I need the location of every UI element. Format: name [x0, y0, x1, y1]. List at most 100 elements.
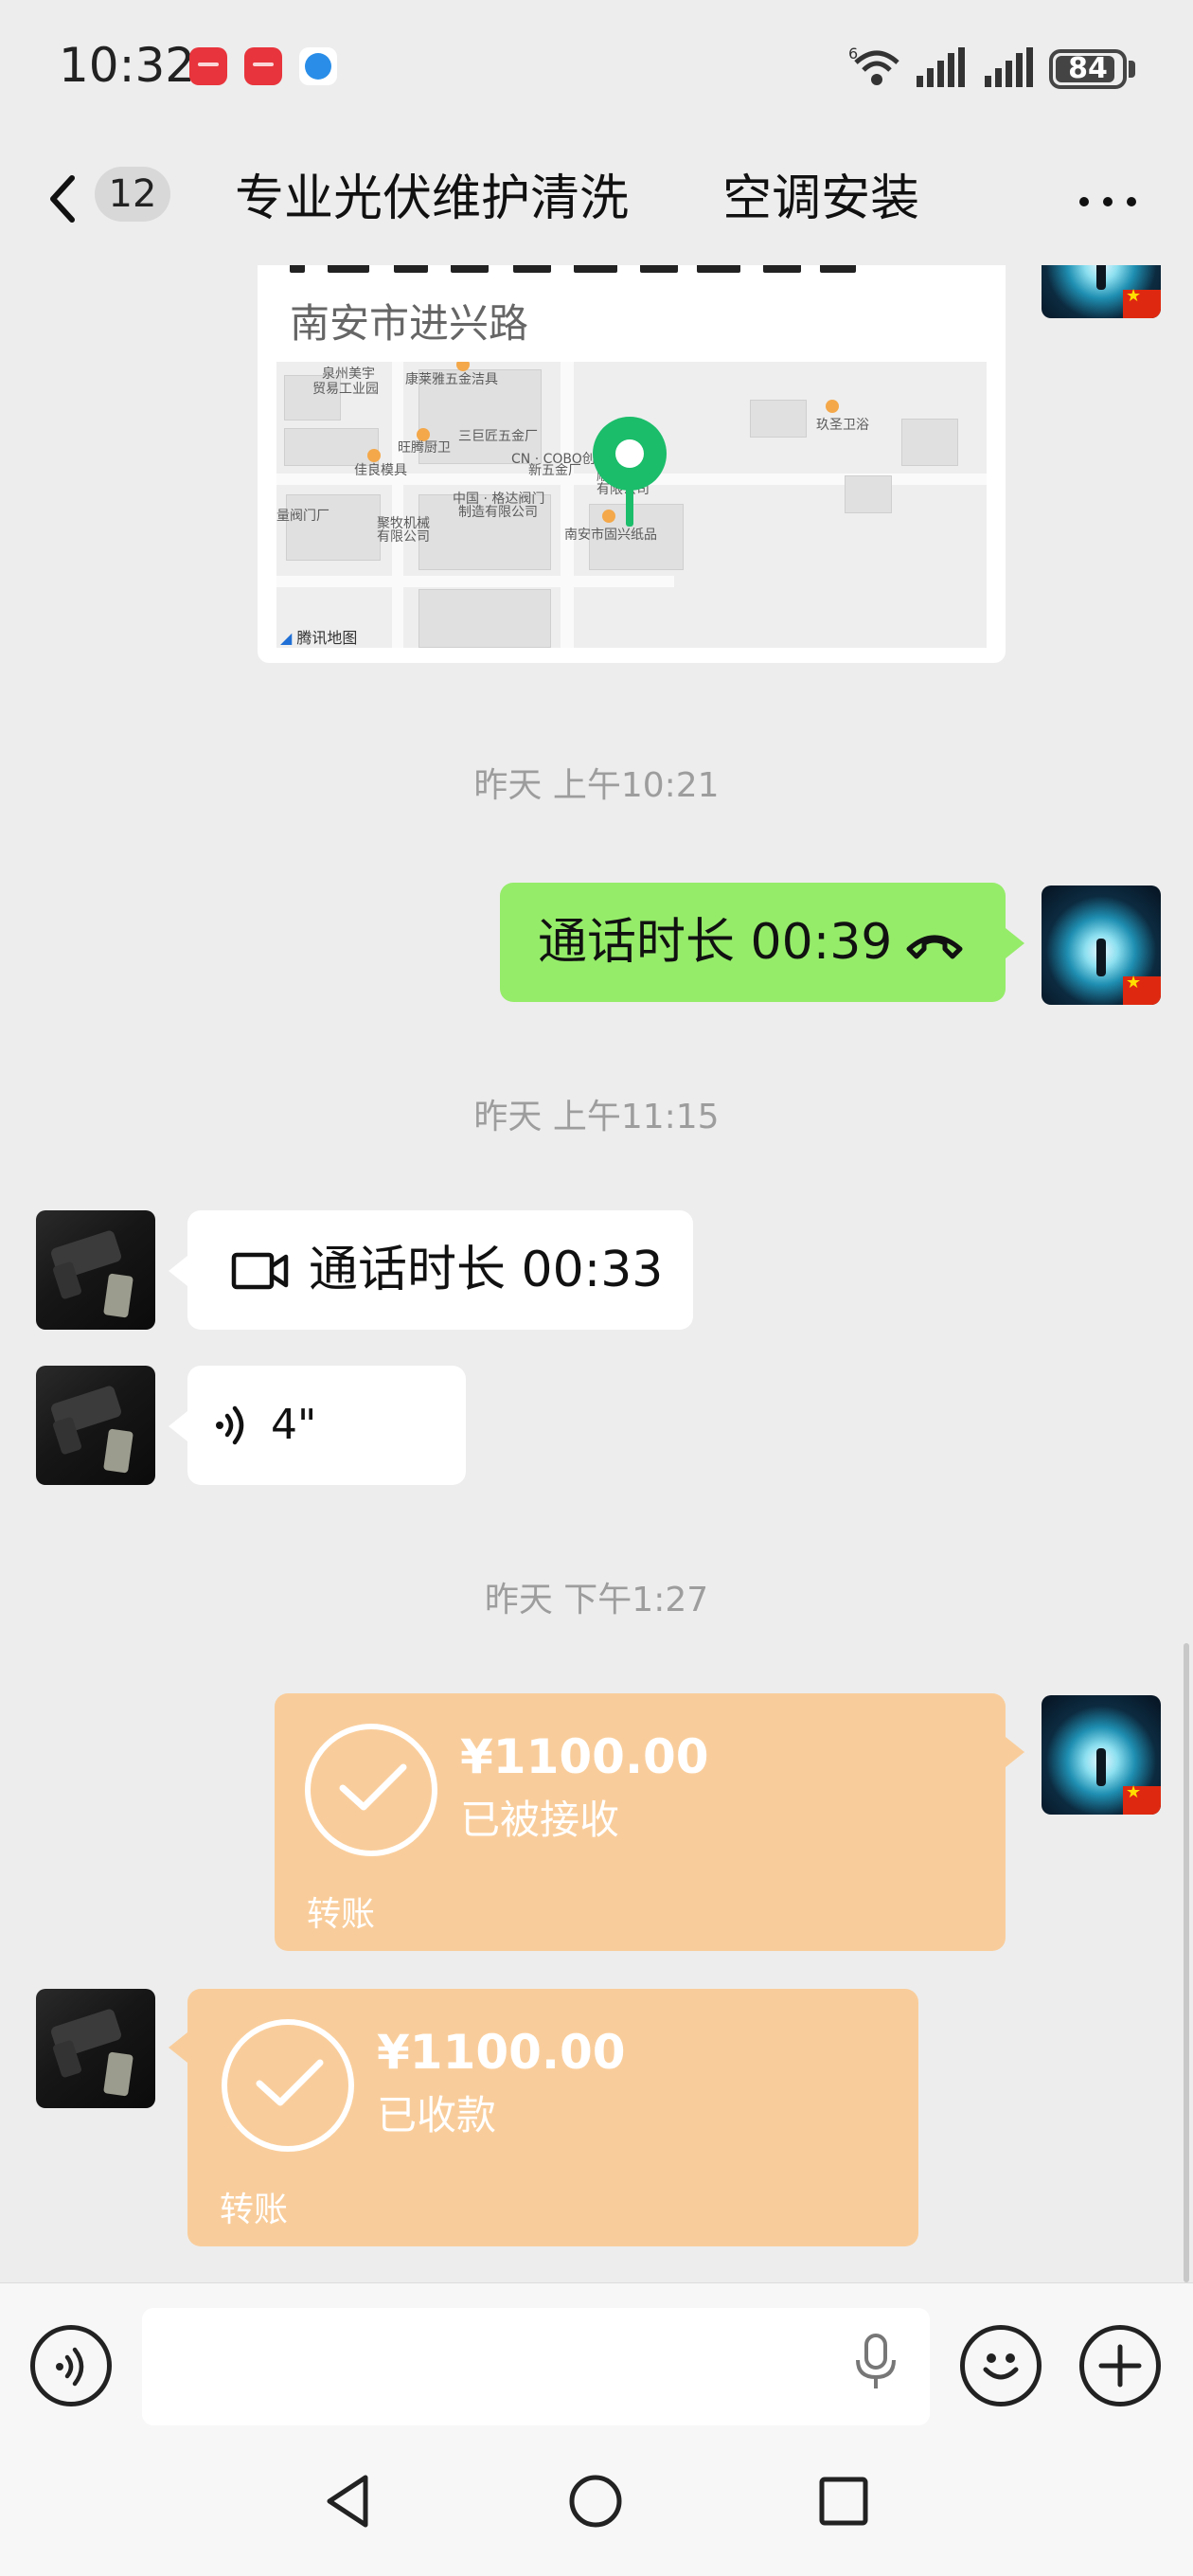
map-label: 制造有限公司	[458, 505, 538, 520]
message-input[interactable]	[142, 2308, 930, 2425]
map-label: 佳良模具	[354, 463, 407, 478]
dot	[1103, 197, 1113, 206]
my-avatar[interactable]	[1042, 1695, 1161, 1815]
dot	[1127, 197, 1136, 206]
battery-icon: 84	[1049, 49, 1127, 89]
avatar-magazine	[103, 1273, 134, 1318]
call-duration-text: 通话时长 00:33	[309, 1242, 664, 1298]
map-label: 南安市固兴纸品	[564, 528, 657, 543]
plus-button[interactable]	[1079, 2325, 1161, 2406]
contact-avatar[interactable]	[36, 1989, 155, 2108]
battery-percent: 84	[1068, 52, 1108, 85]
china-flag-icon	[1123, 1782, 1161, 1815]
video-camera-icon	[231, 1252, 289, 1290]
microphone-icon[interactable]	[852, 2334, 899, 2390]
map-attribution: ◢ 腾讯地图	[280, 625, 357, 648]
map-block	[750, 400, 807, 438]
check-circle-icon	[305, 1724, 437, 1856]
check-circle-icon	[222, 2019, 354, 2152]
nav-home-icon[interactable]	[566, 2472, 625, 2531]
voice-message[interactable]: 4"	[169, 1366, 466, 1485]
location-message[interactable]: 南安市进兴路 泉州美宇 贸易工业园 康莱雅五金洁具 三巨匠五金厂 旺腾厨卫 佳良…	[258, 265, 1006, 663]
avatar-magazine	[103, 1428, 134, 1474]
phone-hangup-icon	[906, 935, 963, 959]
map-attribution-text: 腾讯地图	[296, 629, 358, 647]
smiley-icon	[983, 2353, 1019, 2380]
voice-duration: 4"	[271, 1401, 317, 1449]
voice-wave-icon	[216, 1405, 244, 1445]
system-nav-bar	[0, 2434, 1193, 2576]
transfer-status: 已被接收	[460, 1797, 620, 1843]
map-pin-stem	[626, 485, 633, 527]
map-road	[561, 362, 574, 648]
my-avatar[interactable]	[1042, 265, 1161, 318]
chat-title: 专业光伏维护清洗 空调安装	[235, 170, 920, 227]
browser-icon	[299, 47, 337, 85]
plus-icon	[1098, 2344, 1142, 2388]
map-label: 量阀门厂	[276, 509, 329, 524]
map-road	[392, 362, 403, 648]
china-flag-icon	[1123, 286, 1161, 318]
battery-tip	[1129, 61, 1135, 78]
location-title-cut	[290, 265, 953, 275]
avatar-magazine	[103, 2051, 134, 2097]
input-bar	[0, 2282, 1193, 2434]
map-block	[901, 419, 958, 466]
avatar-figure	[1096, 939, 1106, 976]
tencent-map-logo-icon: ◢	[280, 629, 293, 647]
map-label: 三巨匠五金厂	[458, 429, 538, 444]
map-label: 旺腾厨卫	[398, 440, 451, 456]
signal-icon	[985, 47, 1033, 87]
unread-count-badge: 12	[95, 167, 170, 222]
my-avatar[interactable]	[1042, 886, 1161, 1005]
map-label: 贸易工业园	[312, 382, 379, 397]
map-block	[418, 589, 551, 648]
map-label: 有限公司	[377, 529, 430, 545]
avatar-figure	[1096, 265, 1106, 290]
poi-marker	[602, 510, 615, 523]
call-duration-text: 通话时长 00:39	[538, 914, 893, 971]
map-preview: 泉州美宇 贸易工业园 康莱雅五金洁具 三巨匠五金厂 旺腾厨卫 佳良模具 CN ·…	[276, 362, 987, 648]
more-options-button[interactable]	[1070, 161, 1146, 237]
status-time: 10:32	[59, 38, 196, 93]
scrollbar[interactable]	[1184, 1643, 1189, 2282]
map-block	[845, 475, 892, 513]
poi-marker	[367, 449, 381, 462]
transfer-status: 已收款	[377, 2092, 497, 2138]
signal-icon	[917, 47, 965, 87]
voice-wave-icon	[56, 2347, 84, 2387]
chat-header: 12 专业光伏维护清洗 空调安装	[0, 133, 1193, 265]
voice-input-toggle-button[interactable]	[30, 2325, 112, 2406]
video-call-message[interactable]: 通话时长 00:33	[169, 1210, 693, 1330]
transfer-label: 转账	[220, 2191, 289, 2229]
transfer-amount: ¥1100.00	[377, 2025, 626, 2080]
poi-marker	[826, 400, 839, 413]
map-pin-icon	[593, 417, 667, 491]
chevron-left-icon	[50, 175, 75, 223]
status-bar: 10:32 6 84	[0, 0, 1193, 133]
transfer-amount: ¥1100.00	[460, 1729, 709, 1784]
transfer-message-received[interactable]: ¥1100.00 已收款 转账	[169, 1989, 918, 2246]
message-list[interactable]: 南安市进兴路 泉州美宇 贸易工业园 康莱雅五金洁具 三巨匠五金厂 旺腾厨卫 佳良…	[0, 265, 1193, 2282]
contact-avatar[interactable]	[36, 1366, 155, 1485]
huawei-appgallery-icon	[189, 47, 227, 85]
avatar-figure	[1096, 1748, 1106, 1786]
transfer-label: 转账	[307, 1895, 376, 1934]
timestamp: 昨天 上午10:21	[473, 766, 720, 805]
wifi-icon: 6	[848, 45, 899, 85]
map-label: 康莱雅五金洁具	[405, 372, 498, 387]
back-button[interactable]: 12	[38, 161, 189, 237]
china-flag-icon	[1123, 973, 1161, 1005]
map-road	[276, 576, 674, 587]
transfer-message-sent[interactable]: ¥1100.00 已被接收 转账	[275, 1693, 1024, 1951]
map-block	[286, 494, 381, 561]
contact-avatar[interactable]	[36, 1210, 155, 1330]
timestamp: 昨天 下午1:27	[484, 1581, 709, 1619]
voice-call-message[interactable]: 通话时长 00:39	[500, 883, 1024, 1002]
timestamp: 昨天 上午11:15	[473, 1098, 720, 1136]
map-label: 新五金厂	[528, 463, 581, 478]
nav-recents-icon[interactable]	[816, 2474, 871, 2529]
huawei-appgallery-icon	[244, 47, 282, 85]
nav-back-icon[interactable]	[322, 2472, 375, 2531]
emoji-button[interactable]	[960, 2325, 1042, 2406]
